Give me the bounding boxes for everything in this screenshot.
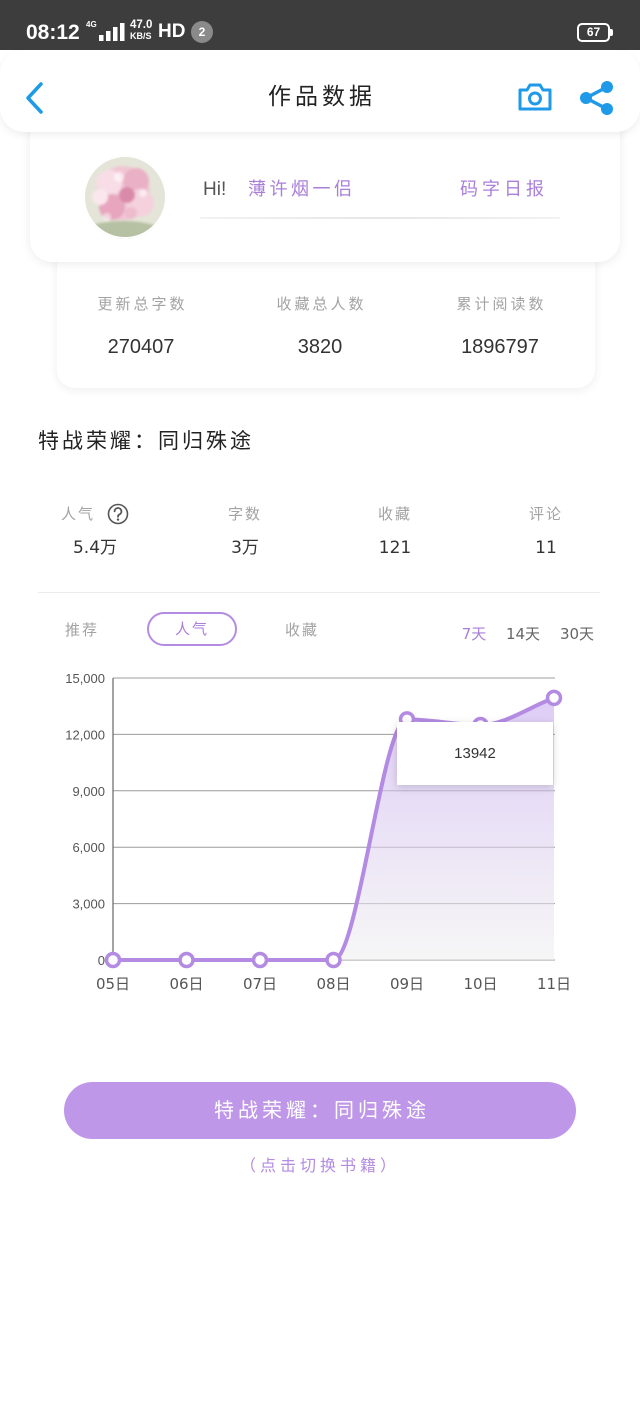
summary-total-words: 更新总字数 270407 — [61, 240, 221, 388]
x-tick-label: 07日 — [243, 975, 277, 993]
metric-label-group: 人气 — [61, 503, 129, 525]
greeting: Hi! — [203, 179, 227, 200]
tab-recommend[interactable]: 推荐 — [52, 620, 112, 640]
x-tick-label: 09日 — [390, 975, 424, 993]
y-tick-label: 3,000 — [72, 897, 105, 912]
metric-label: 字数 — [227, 505, 262, 523]
data-point — [545, 689, 563, 707]
metric-comments: 评论 11 — [486, 503, 606, 559]
battery-icon: 67 — [577, 23, 613, 42]
metric-value: 121 — [378, 538, 412, 558]
signal-icon — [99, 23, 125, 41]
range-30-days[interactable]: 30天 — [554, 624, 600, 644]
profile-card: Hi! 薄许烟一侣 码字日报 — [30, 110, 620, 262]
metric-popularity: 人气 5.4万 — [35, 503, 155, 559]
summary-total-reads: 累计阅读数 1896797 — [420, 240, 580, 388]
switch-book-hint[interactable]: （点击切换书籍） — [0, 1155, 640, 1177]
y-tick-label: 9,000 — [72, 784, 105, 799]
metric-label: 评论 — [528, 505, 563, 523]
app-header: 作品数据 — [0, 50, 640, 132]
metric-favorites: 收藏 121 — [335, 503, 455, 559]
section-divider — [38, 592, 600, 593]
metric-value: 11 — [535, 538, 557, 558]
x-tick-label: 10日 — [463, 975, 497, 993]
avatar[interactable] — [83, 155, 167, 239]
summary-label: 更新总字数 — [97, 295, 188, 313]
x-tick-label: 06日 — [169, 975, 203, 993]
popularity-line-chart: 0 3,000 6,000 9,000 12,000 15,000 05日 06日 07日 08日… — [65, 671, 571, 993]
summary-label: 累计阅读数 — [456, 295, 547, 313]
data-point — [178, 951, 195, 969]
range-7-days[interactable]: 7天 — [454, 624, 494, 644]
help-circle-icon[interactable] — [107, 503, 129, 525]
y-tick-label: 6,000 — [72, 840, 105, 855]
metric-value: 5.4万 — [72, 538, 118, 558]
metric-label: 人气 — [60, 505, 95, 523]
switch-book-button[interactable]: 特战荣耀：同归殊途 — [64, 1082, 576, 1139]
summary-label: 收藏总人数 — [276, 295, 367, 313]
network-speed: 47.0 KB/S — [130, 19, 153, 42]
camera-button[interactable] — [516, 81, 554, 113]
profile-divider — [200, 217, 560, 219]
speed-value: 47.0 — [130, 19, 153, 31]
share-button[interactable] — [578, 79, 616, 117]
chart-tooltip: 13942 — [397, 722, 553, 785]
network-type: 4G — [86, 20, 97, 29]
tab-popularity[interactable]: 人气 — [147, 612, 237, 646]
status-time: 08:12 — [26, 21, 80, 44]
camera-icon — [518, 83, 552, 111]
book-title: 特战荣耀：同归殊途 — [38, 429, 254, 453]
hd-indicator: HD — [158, 21, 186, 42]
y-tick-label: 12,000 — [65, 727, 105, 742]
metric-value: 3万 — [231, 538, 259, 558]
status-bar: 08:12 4G 47.0 KB/S HD 2 67 — [0, 0, 640, 50]
summary-total-favorites: 收藏总人数 3820 — [240, 240, 400, 388]
summary-value: 3820 — [297, 336, 343, 358]
range-14-days[interactable]: 14天 — [500, 624, 546, 644]
daily-report-link[interactable]: 码字日报 — [460, 178, 548, 202]
y-tick-label: 15,000 — [65, 671, 105, 686]
summary-value: 1896797 — [461, 336, 539, 358]
data-point — [325, 951, 342, 969]
notification-badge: 2 — [191, 21, 213, 43]
tab-favorites[interactable]: 收藏 — [272, 620, 332, 640]
x-tick-label: 11日 — [537, 975, 571, 993]
summary-card: 更新总字数 270407 收藏总人数 3820 累计阅读数 1896797 — [57, 240, 595, 388]
data-point — [251, 951, 269, 969]
metric-label: 收藏 — [377, 505, 412, 523]
summary-value: 270407 — [107, 336, 175, 358]
data-point — [104, 951, 122, 969]
y-tick-label: 0 — [98, 953, 105, 968]
username: 薄许烟一侣 — [248, 179, 356, 200]
speed-unit: KB/S — [130, 31, 152, 41]
share-icon — [580, 81, 613, 115]
x-tick-label: 08日 — [316, 975, 350, 993]
metric-word-count: 字数 3万 — [185, 503, 305, 559]
x-tick-label: 05日 — [96, 975, 130, 993]
